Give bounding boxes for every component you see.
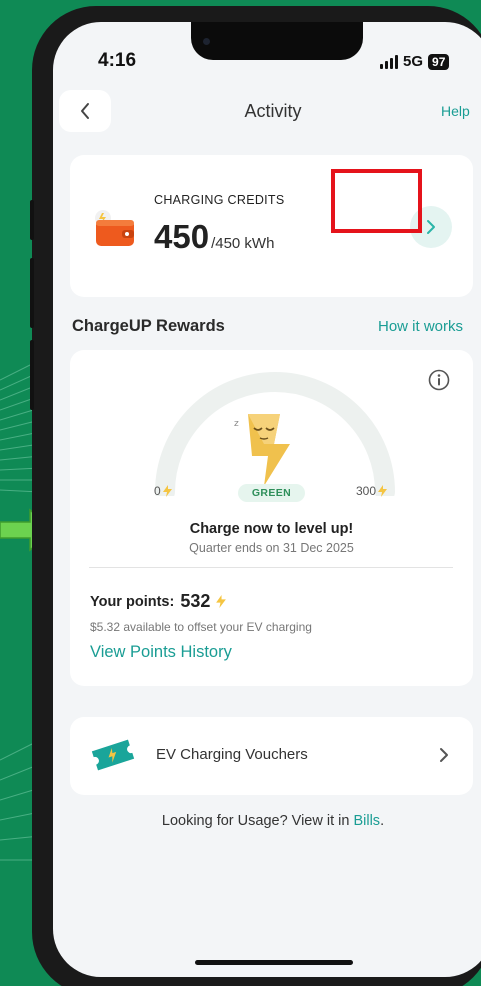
home-indicator[interactable] [195, 960, 353, 965]
camera-dot [203, 38, 210, 45]
network-label: 5G [403, 53, 424, 70]
wallet-icon [95, 210, 134, 246]
gauge-min-value: 0 [154, 484, 161, 498]
rewards-section-title: ChargeUP Rewards [72, 317, 225, 335]
app-screen: 4:16 5G 97 Activity Help CHARGING CREDIT… [53, 22, 481, 977]
sleeping-mascot-icon: z [234, 414, 290, 486]
how-it-works-link[interactable]: How it works [378, 318, 463, 335]
view-points-history-link[interactable]: View Points History [90, 643, 232, 662]
divider [89, 567, 453, 568]
signal-icon [380, 54, 398, 69]
phone-side-button [30, 258, 34, 328]
highlight-annotation-box [331, 169, 422, 233]
vouchers-label: EV Charging Vouchers [156, 746, 308, 763]
points-row: Your points: 532 [90, 591, 227, 612]
bills-link[interactable]: Bills [353, 813, 380, 829]
lightning-icon [162, 485, 172, 497]
lightning-icon [216, 595, 227, 608]
info-icon[interactable] [428, 369, 450, 391]
page-title: Activity [244, 101, 302, 121]
credits-label: CHARGING CREDITS [154, 193, 285, 207]
chevron-right-icon [440, 748, 448, 762]
status-time: 4:16 [98, 50, 137, 71]
battery-icon: 97 [428, 53, 450, 70]
svg-text:z: z [234, 419, 239, 429]
points-label: Your points: [90, 593, 175, 610]
ticket-icon [91, 739, 135, 771]
phone-side-button [30, 200, 34, 240]
credits-value: 450 [154, 218, 210, 255]
credits-unit: /450 kWh [211, 235, 275, 252]
points-value: 532 [180, 591, 211, 611]
ev-charging-vouchers-card[interactable]: EV Charging Vouchers [70, 717, 473, 795]
gauge-min: 0 [154, 484, 172, 498]
usage-hint-suffix: . [380, 813, 385, 829]
level-message: Charge now to level up! [189, 521, 354, 537]
credits-value-row: 450 /450 kWh [154, 218, 274, 256]
gauge-max: 300 [356, 484, 388, 498]
points-note: $5.32 available to offset your EV chargi… [90, 620, 312, 634]
phone-side-button [30, 340, 34, 410]
chevron-right-icon [427, 220, 435, 234]
status-indicators: 5G 97 [380, 53, 450, 70]
usage-hint-text: Looking for Usage? View it in [161, 813, 354, 829]
gauge-max-value: 300 [356, 484, 377, 498]
help-link[interactable]: Help [441, 103, 470, 119]
lightning-icon [378, 485, 388, 497]
phone-notch [191, 22, 363, 60]
level-badge: GREEN [238, 484, 305, 502]
usage-hint: Looking for Usage? View it in Bills. [53, 813, 481, 829]
quarter-message: Quarter ends on 31 Dec 2025 [189, 541, 354, 555]
rewards-card: z 0 GREEN 300 Charge now to level up! Qu… [70, 350, 473, 686]
